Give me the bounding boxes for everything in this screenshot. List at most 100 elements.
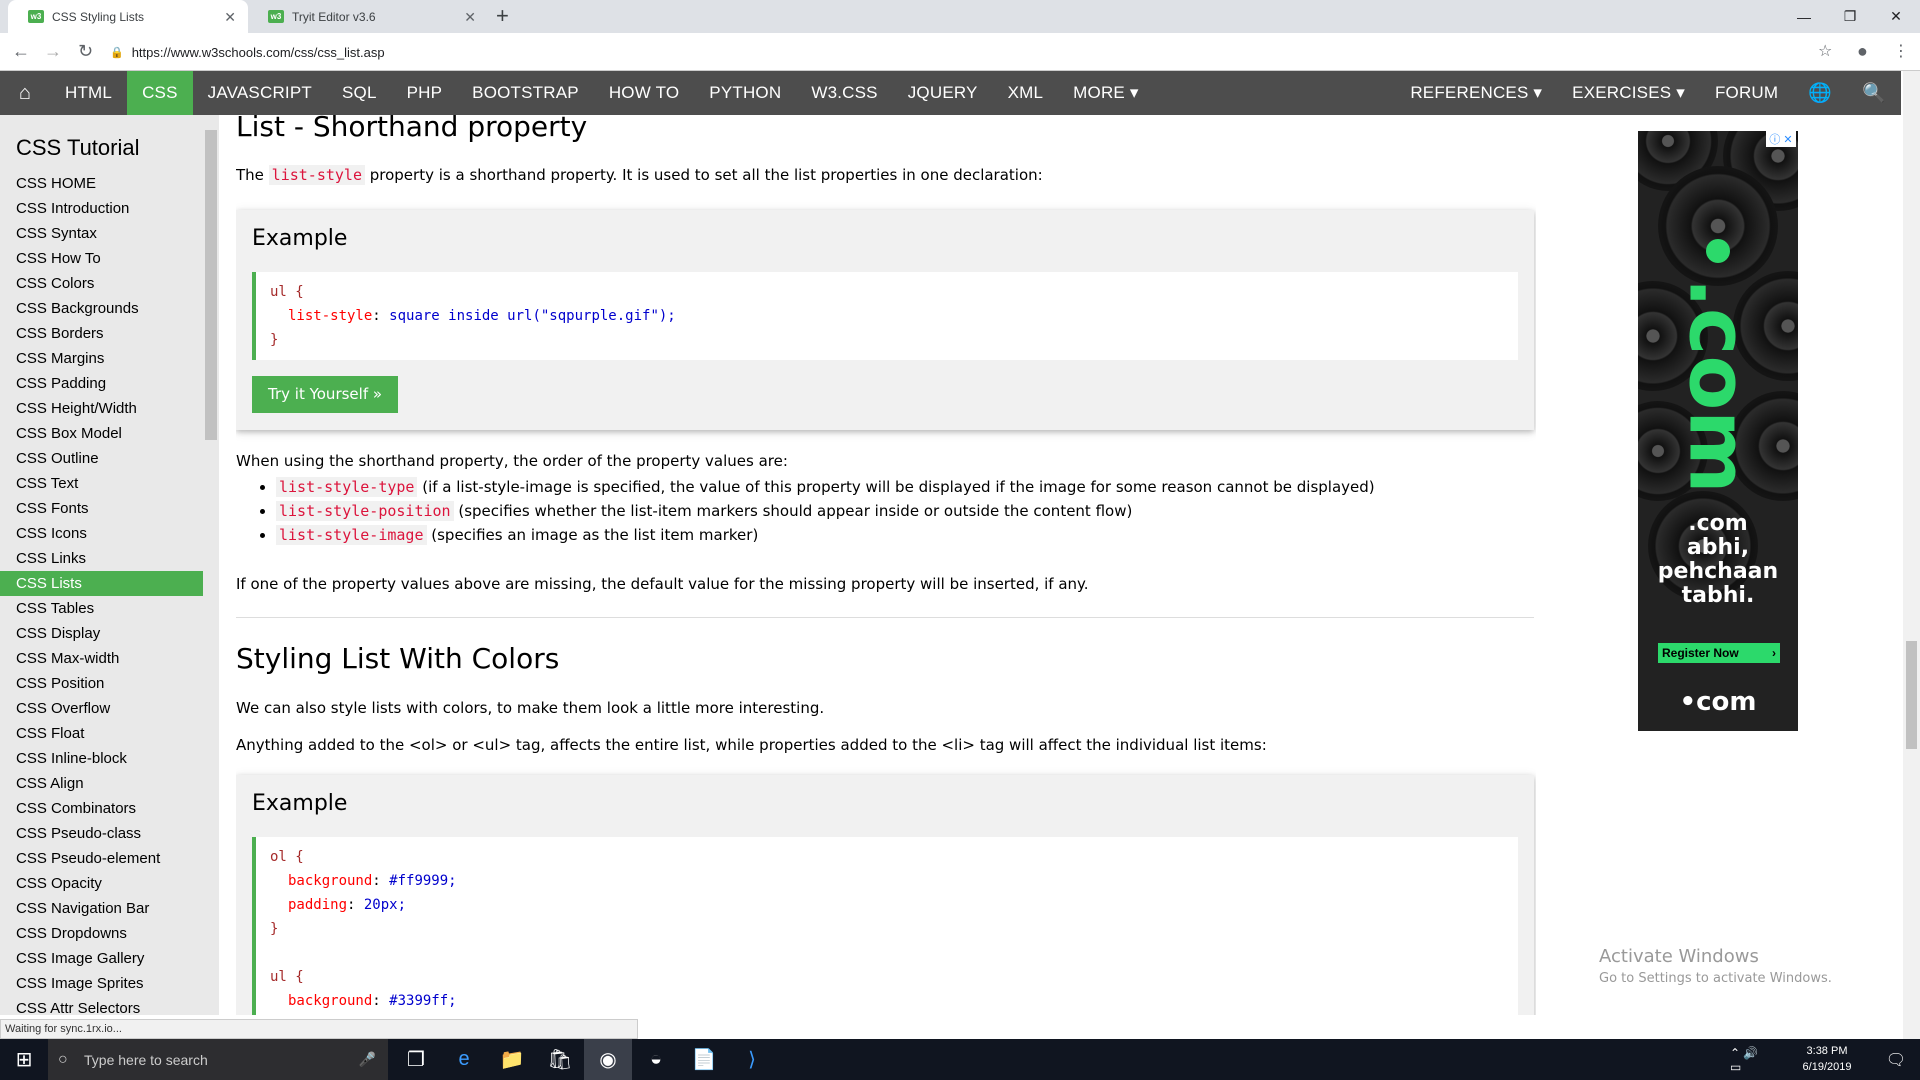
url-text: https://www.w3schools.com/css/css_list.a… xyxy=(131,44,385,60)
sidebar-item-css-outline[interactable]: CSS Outline xyxy=(0,446,203,471)
sidebar-item-css-align[interactable]: CSS Align xyxy=(0,771,203,796)
sidebar-item-css-combinators[interactable]: CSS Combinators xyxy=(0,796,203,821)
tab-css-styling-lists[interactable]: w3 CSS Styling Lists ✕ xyxy=(8,0,248,33)
file-explorer-icon[interactable]: 📁 xyxy=(488,1039,536,1080)
example-heading: Example xyxy=(252,226,348,251)
sidebar-item-css-how-to[interactable]: CSS How To xyxy=(0,246,203,271)
code-value: square inside url("sqpurple.gif"); xyxy=(380,308,676,324)
sidebar-item-css-box-model[interactable]: CSS Box Model xyxy=(0,421,203,446)
try-it-yourself-button[interactable]: Try it Yourself » xyxy=(252,376,399,413)
globe-icon[interactable]: 🌐 xyxy=(1793,71,1847,115)
sidebar-item-css-pseudo-element[interactable]: CSS Pseudo-element xyxy=(0,846,203,871)
home-icon[interactable]: ⌂ xyxy=(0,71,50,115)
app-icon[interactable]: ◒ xyxy=(632,1039,680,1080)
nav-xml[interactable]: XML xyxy=(993,71,1059,115)
restore-button[interactable]: ❐ xyxy=(1827,0,1873,33)
ad-register-button[interactable]: Register Now › xyxy=(1658,643,1780,663)
sidebar-item-css-float[interactable]: CSS Float xyxy=(0,721,203,746)
clock-time: 3:38 PM xyxy=(1806,1045,1848,1057)
tab-tryit-editor[interactable]: w3 Tryit Editor v3.6 ✕ xyxy=(248,0,488,33)
close-window-button[interactable]: ✕ xyxy=(1873,0,1919,33)
windows-start-icon[interactable]: ⊞ xyxy=(0,1039,48,1080)
sidebar-item-css-position[interactable]: CSS Position xyxy=(0,671,203,696)
nav-more[interactable]: MORE ▾ xyxy=(1058,71,1153,115)
nav-how-to[interactable]: HOW TO xyxy=(594,71,694,115)
microphone-icon[interactable]: 🎤 xyxy=(359,1051,376,1068)
nav-sql[interactable]: SQL xyxy=(327,71,392,115)
store-icon[interactable]: 🛍 xyxy=(536,1039,584,1080)
sidebar-item-css-pseudo-class[interactable]: CSS Pseudo-class xyxy=(0,821,203,846)
sidebar-item-css-overflow[interactable]: CSS Overflow xyxy=(0,696,203,721)
search-icon[interactable]: 🔍 xyxy=(1847,71,1901,115)
edge-icon[interactable]: e xyxy=(440,1039,488,1080)
sidebar-item-css-opacity[interactable]: CSS Opacity xyxy=(0,871,203,896)
scrollbar-thumb[interactable] xyxy=(1906,641,1917,749)
sidebar-item-css-syntax[interactable]: CSS Syntax xyxy=(0,221,203,246)
nav-css[interactable]: CSS xyxy=(127,71,193,115)
nav-jquery[interactable]: JQUERY xyxy=(893,71,993,115)
code-selector: ol { xyxy=(270,849,304,865)
nav-javascript[interactable]: JAVASCRIPT xyxy=(193,71,327,115)
sidebar-item-css-home[interactable]: CSS HOME xyxy=(0,171,203,196)
sidebar-item-css-navigation-bar[interactable]: CSS Navigation Bar xyxy=(0,896,203,921)
url-field[interactable]: 🔒 https://www.w3schools.com/css/css_list… xyxy=(110,41,1780,63)
taskbar-search[interactable]: ○ Type here to search 🎤 xyxy=(48,1039,388,1080)
sidebar-item-css-introduction[interactable]: CSS Introduction xyxy=(0,196,203,221)
sidebar-item-css-dropdowns[interactable]: CSS Dropdowns xyxy=(0,921,203,946)
close-tab-icon[interactable]: ✕ xyxy=(224,9,236,26)
task-view-icon[interactable]: ❐ xyxy=(392,1039,440,1080)
sidebar-item-css-text[interactable]: CSS Text xyxy=(0,471,203,496)
nav-exercises[interactable]: EXERCISES ▾ xyxy=(1557,71,1700,115)
ad-close-icon[interactable]: ⓘ ✕ xyxy=(1766,131,1796,147)
sidebar-item-css-icons[interactable]: CSS Icons xyxy=(0,521,203,546)
nav-forum[interactable]: FORUM xyxy=(1700,71,1793,115)
inline-code: list-style xyxy=(268,165,365,185)
page-scrollbar[interactable] xyxy=(1903,71,1920,1039)
sidebar-item-css-height-width[interactable]: CSS Height/Width xyxy=(0,396,203,421)
new-tab-button[interactable]: + xyxy=(496,3,509,29)
tray-icons[interactable]: ⌃ 🔊 ▭ xyxy=(1730,1039,1760,1080)
sidebar-item-css-attr-selectors[interactable]: CSS Attr Selectors xyxy=(0,996,203,1015)
sidebar-item-css-links[interactable]: CSS Links xyxy=(0,546,203,571)
sidebar-item-css-max-width[interactable]: CSS Max-width xyxy=(0,646,203,671)
sidebar-item-css-fonts[interactable]: CSS Fonts xyxy=(0,496,203,521)
sidebar-item-css-image-sprites[interactable]: CSS Image Sprites xyxy=(0,971,203,996)
w3schools-favicon-icon: w3 xyxy=(28,10,44,23)
sidebar-item-css-display[interactable]: CSS Display xyxy=(0,621,203,646)
nav-w3css[interactable]: W3.CSS xyxy=(796,71,892,115)
close-tab-icon[interactable]: ✕ xyxy=(464,9,476,26)
sidebar-item-css-inline-block[interactable]: CSS Inline-block xyxy=(0,746,203,771)
nav-html[interactable]: HTML xyxy=(50,71,127,115)
nav-references[interactable]: REFERENCES ▾ xyxy=(1395,71,1557,115)
sidebar-scrollbar[interactable] xyxy=(205,130,217,440)
vscode-icon[interactable]: ⟩ xyxy=(728,1039,776,1080)
sidebar-item-css-borders[interactable]: CSS Borders xyxy=(0,321,203,346)
tab-title: Tryit Editor v3.6 xyxy=(292,9,376,24)
inline-code: list-style-position xyxy=(276,501,454,521)
taskbar-clock[interactable]: 3:38 PM 6/19/2019 xyxy=(1792,1043,1862,1075)
sidebar-item-css-colors[interactable]: CSS Colors xyxy=(0,271,203,296)
reload-icon[interactable]: ↻ xyxy=(78,41,93,62)
account-icon[interactable]: ● xyxy=(1857,41,1868,62)
sidebar-item-css-image-gallery[interactable]: CSS Image Gallery xyxy=(0,946,203,971)
document-icon[interactable]: 📄 xyxy=(680,1039,728,1080)
sidebar-item-css-tables[interactable]: CSS Tables xyxy=(0,596,203,621)
forward-icon[interactable]: → xyxy=(44,41,62,62)
nav-php[interactable]: PHP xyxy=(392,71,458,115)
advertisement-banner[interactable]: .com .com abhi, pehchaan tabhi. Register… xyxy=(1638,131,1798,731)
menu-icon[interactable]: ⋮ xyxy=(1893,41,1909,61)
chrome-icon[interactable]: ◉ xyxy=(584,1039,632,1080)
code-property: background xyxy=(288,993,373,1009)
list-item: list-style-type (if a list-style-image i… xyxy=(276,475,1375,499)
sidebar-item-css-backgrounds[interactable]: CSS Backgrounds xyxy=(0,296,203,321)
bookmark-star-icon[interactable]: ☆ xyxy=(1818,41,1832,61)
ad-text-line: .com xyxy=(1688,511,1748,536)
nav-python[interactable]: PYTHON xyxy=(694,71,796,115)
nav-bootstrap[interactable]: BOOTSTRAP xyxy=(457,71,594,115)
sidebar-item-css-lists[interactable]: CSS Lists xyxy=(0,571,203,596)
minimize-button[interactable]: — xyxy=(1781,0,1827,33)
back-icon[interactable]: ← xyxy=(12,41,30,62)
sidebar-item-css-margins[interactable]: CSS Margins xyxy=(0,346,203,371)
notifications-icon[interactable]: 🗨 xyxy=(1872,1039,1920,1080)
sidebar-item-css-padding[interactable]: CSS Padding xyxy=(0,371,203,396)
